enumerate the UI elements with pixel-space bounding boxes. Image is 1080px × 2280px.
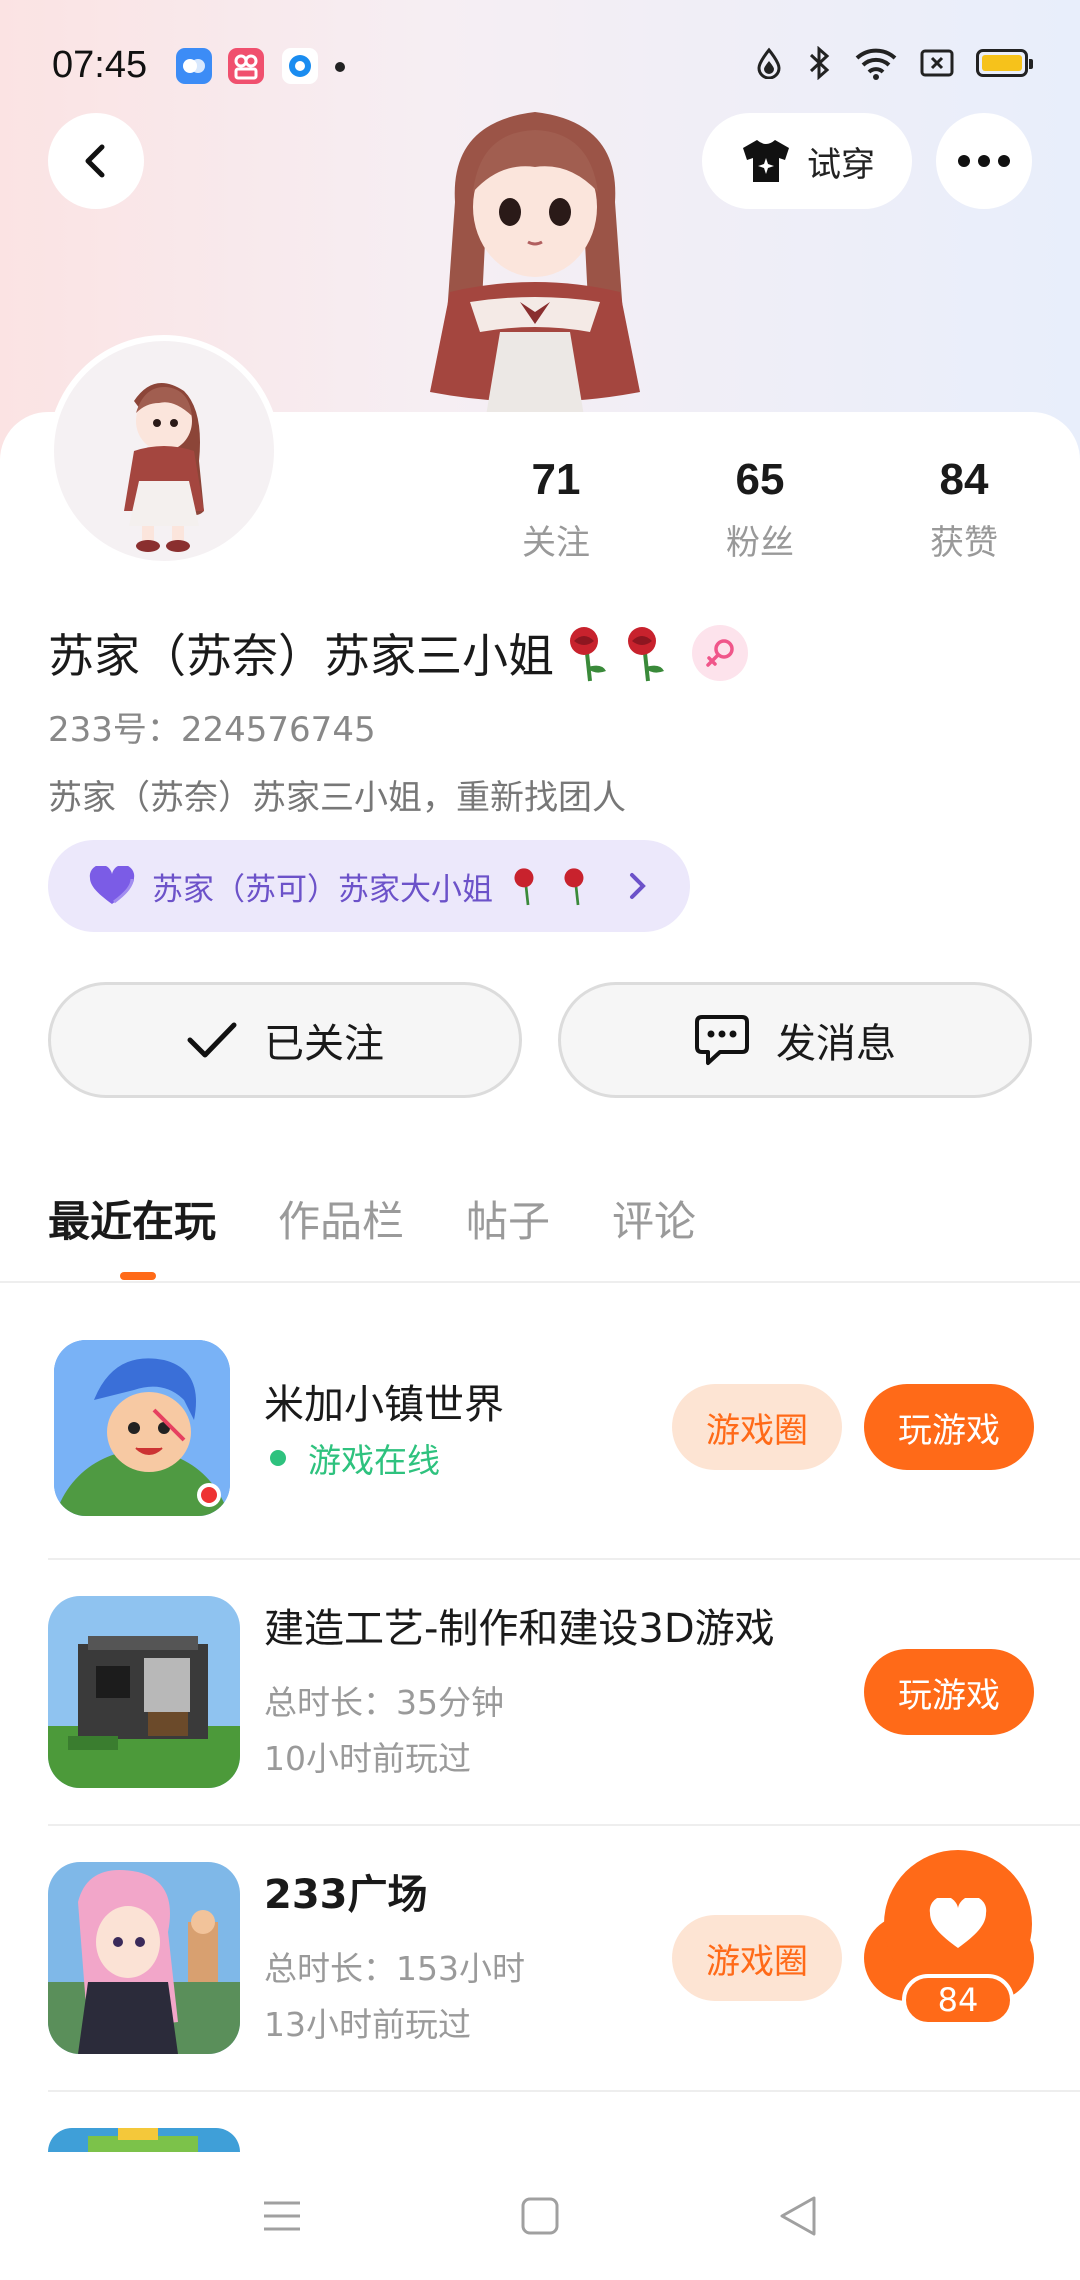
divider	[48, 1824, 1080, 1826]
game-duration: 总时长：153小时	[264, 1949, 525, 1988]
divider	[48, 2090, 1080, 2092]
more-notifications-dot	[335, 62, 345, 72]
tab-recently-played[interactable]: 最近在玩	[48, 1188, 216, 1249]
stat-value: 84	[939, 455, 989, 504]
heart-icon	[929, 1898, 987, 1948]
game-last-played: 10小时前玩过	[264, 1739, 471, 1778]
game-list-item[interactable]: 建造工艺-制作和建设3D游戏 总时长：35分钟 10小时前玩过 玩游戏	[48, 1596, 1080, 1826]
heart-icon	[89, 866, 135, 904]
data-saver-icon	[757, 47, 781, 79]
online-label: 游戏在线	[308, 1441, 440, 1480]
play-game-button[interactable]: 玩游戏	[864, 1649, 1034, 1735]
back-nav-button[interactable]	[768, 2186, 828, 2246]
rose-icon	[628, 627, 664, 682]
stat-following[interactable]: 71 关注	[496, 455, 616, 564]
stat-label: 关注	[522, 523, 590, 563]
system-navigation-bar	[0, 2152, 1080, 2280]
profile-tabs: 最近在玩 作品栏 帖子 评论	[48, 1188, 696, 1249]
followed-button[interactable]: 已关注	[48, 982, 522, 1098]
shirt-icon	[743, 140, 789, 182]
more-button[interactable]	[936, 113, 1032, 209]
like-count-badge: 84	[902, 1974, 1014, 2026]
home-square-icon	[521, 2197, 559, 2235]
game-icon-partial	[48, 2128, 240, 2152]
gender-female-icon	[692, 625, 748, 681]
back-triangle-icon	[780, 2196, 816, 2236]
user-id: 233号：224576745	[48, 710, 376, 750]
notification-app-icon	[282, 48, 318, 84]
game-title: 米加小镇世界	[264, 1382, 504, 1428]
avatar[interactable]	[48, 335, 280, 567]
followed-label: 已关注	[264, 1021, 384, 1067]
recent-apps-button[interactable]	[252, 2186, 312, 2246]
active-tab-indicator	[120, 1272, 156, 1280]
home-button[interactable]	[510, 2186, 570, 2246]
check-icon	[187, 1022, 237, 1058]
game-circle-button[interactable]: 游戏圈	[672, 1915, 842, 2001]
back-arrow-icon	[85, 144, 105, 178]
rose-icon	[564, 868, 584, 906]
character-showcase[interactable]	[410, 92, 660, 422]
relation-name: 苏家（苏可）苏家大小姐	[152, 871, 493, 908]
stat-label: 获赞	[930, 523, 998, 563]
game-last-played: 13小时前玩过	[264, 2005, 471, 2044]
game-list-item[interactable]: 米加小镇世界 游戏在线 游戏圈 玩游戏	[48, 1330, 1080, 1560]
status-time: 07:45	[52, 44, 148, 86]
rose-icon	[514, 868, 534, 906]
divider	[0, 1281, 1080, 1283]
play-game-button[interactable]: 玩游戏	[864, 1384, 1034, 1470]
status-icons	[754, 46, 1033, 80]
battery-icon	[976, 49, 1033, 77]
stat-label: 粉丝	[726, 523, 794, 563]
online-status: 游戏在线	[264, 1434, 440, 1482]
send-message-button[interactable]: 发消息	[558, 982, 1032, 1098]
tab-posts[interactable]: 帖子	[466, 1188, 550, 1249]
wifi-icon	[855, 48, 897, 80]
sim-icon	[920, 49, 954, 77]
send-message-label: 发消息	[776, 1021, 896, 1067]
game-icon	[54, 1340, 230, 1516]
more-dots-icon	[958, 155, 1010, 167]
game-duration: 总时长：35分钟	[264, 1683, 504, 1722]
tab-comments[interactable]: 评论	[612, 1188, 696, 1249]
online-dot-icon	[270, 1450, 286, 1466]
try-on-button[interactable]: 试穿	[702, 113, 912, 209]
menu-icon	[264, 2201, 300, 2231]
back-button[interactable]	[48, 113, 144, 209]
notification-app-icon	[176, 48, 212, 84]
stat-fans[interactable]: 65 粉丝	[700, 455, 820, 564]
tab-works[interactable]: 作品栏	[278, 1188, 404, 1249]
game-icon	[48, 1596, 240, 1788]
username: 苏家（苏奈）苏家三小姐	[48, 629, 554, 683]
relation-chip[interactable]: 苏家（苏可）苏家大小姐	[48, 840, 690, 932]
notification-app-icon	[228, 48, 264, 84]
stat-value: 71	[531, 455, 581, 504]
user-bio: 苏家（苏奈）苏家三小姐，重新找团人	[48, 778, 626, 818]
username-row: 苏家（苏奈）苏家三小姐	[48, 620, 748, 686]
stat-likes[interactable]: 84 获赞	[904, 455, 1024, 564]
game-title: 建造工艺-制作和建设3D游戏	[264, 1606, 775, 1652]
try-on-label: 试穿	[807, 144, 875, 185]
chat-bubble-icon	[695, 1015, 749, 1065]
game-circle-button[interactable]: 游戏圈	[672, 1384, 842, 1470]
bluetooth-icon	[809, 46, 830, 80]
rose-icon	[570, 627, 606, 682]
stat-value: 65	[735, 455, 785, 504]
game-title: 233广场	[264, 1872, 428, 1918]
divider	[48, 1558, 1080, 1560]
chevron-right-icon	[630, 873, 646, 899]
game-icon	[48, 1862, 240, 2054]
